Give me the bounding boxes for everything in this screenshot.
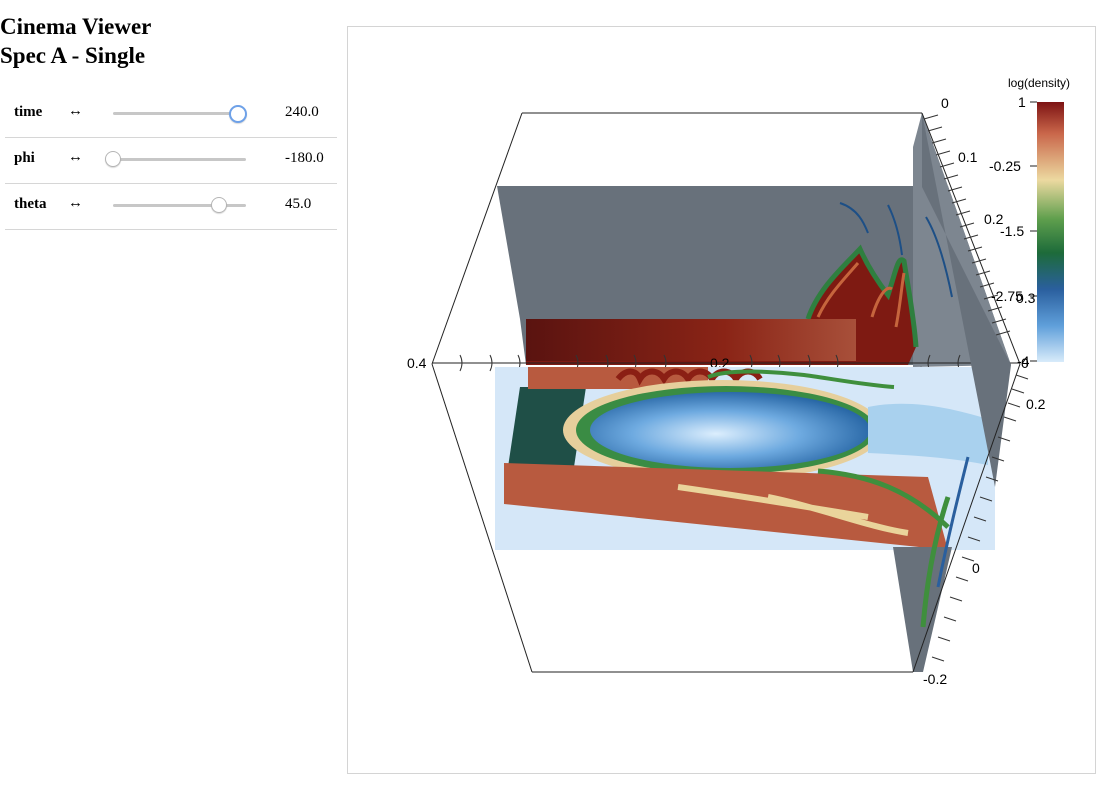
time-slider[interactable] [113,105,247,123]
r-axis-upper-1: 0.1 [958,149,978,165]
slider-track [113,112,246,115]
r-axis-lower-0: 0.2 [1026,396,1046,412]
slider-thumb[interactable] [105,151,121,167]
animate-toggle-icon[interactable]: ↔ [68,149,83,166]
animate-toggle-icon[interactable]: ↔ [68,103,83,120]
control-value-time: 240.0 [285,104,319,120]
colorbar-tick-3: -2.75 [991,288,1023,304]
r-axis-lower-1: 0 [972,560,980,576]
render-viewer[interactable]: 0.4 0.2 0 0 0.1 0.2 0.3 0.2 0 -0.2 log(d… [347,26,1096,774]
control-value-theta: 45.0 [285,196,312,212]
colorbar: log(density) 1 -0.25 -1.5 -2.75 -4 [989,76,1070,369]
control-row-time: time ↔ 240.0 [5,92,337,138]
slider-thumb[interactable] [228,105,247,123]
parameter-controls: time ↔ 240.0 phi ↔ -180.0 theta ↔ 45.0 [5,92,337,230]
h-axis-label-0: 0.4 [407,355,427,371]
colorbar-tick-0: 1 [1018,94,1026,110]
control-label-phi: phi [14,150,35,166]
phi-slider[interactable] [105,151,246,167]
colorbar-ticks [1030,101,1037,362]
control-label-theta: theta [14,196,47,212]
upper-slice-plane [497,113,1011,367]
control-row-theta: theta ↔ 45.0 [5,184,337,230]
lower-slice-plane [495,367,995,550]
colorbar-tick-4: -4 [1017,353,1030,369]
animate-toggle-icon[interactable]: ↔ [68,195,83,212]
slider-thumb[interactable] [211,197,228,213]
slider-track [113,158,246,161]
low-density-bubble [590,392,870,468]
colorbar-tick-2: -1.5 [1000,223,1024,239]
app-title: Cinema Viewer Spec A - Single [0,12,151,70]
upper-dark-band [526,319,856,361]
control-label-time: time [14,104,43,120]
app-title-line2: Spec A - Single [0,43,146,68]
app-title-line1: Cinema Viewer [0,14,152,39]
control-row-phi: phi ↔ -180.0 [5,138,337,184]
colorbar-gradient-bar [1037,102,1064,362]
colorbar-title: log(density) [1008,76,1070,90]
r-axis-upper-0: 0 [941,95,949,111]
colorbar-tick-1: -0.25 [989,158,1021,174]
control-value-phi: -180.0 [285,150,324,166]
volume-render-image: 0.4 0.2 0 0 0.1 0.2 0.3 0.2 0 -0.2 log(d… [407,76,1070,687]
theta-slider[interactable] [113,197,246,213]
r-axis-lower-2: -0.2 [923,671,947,687]
